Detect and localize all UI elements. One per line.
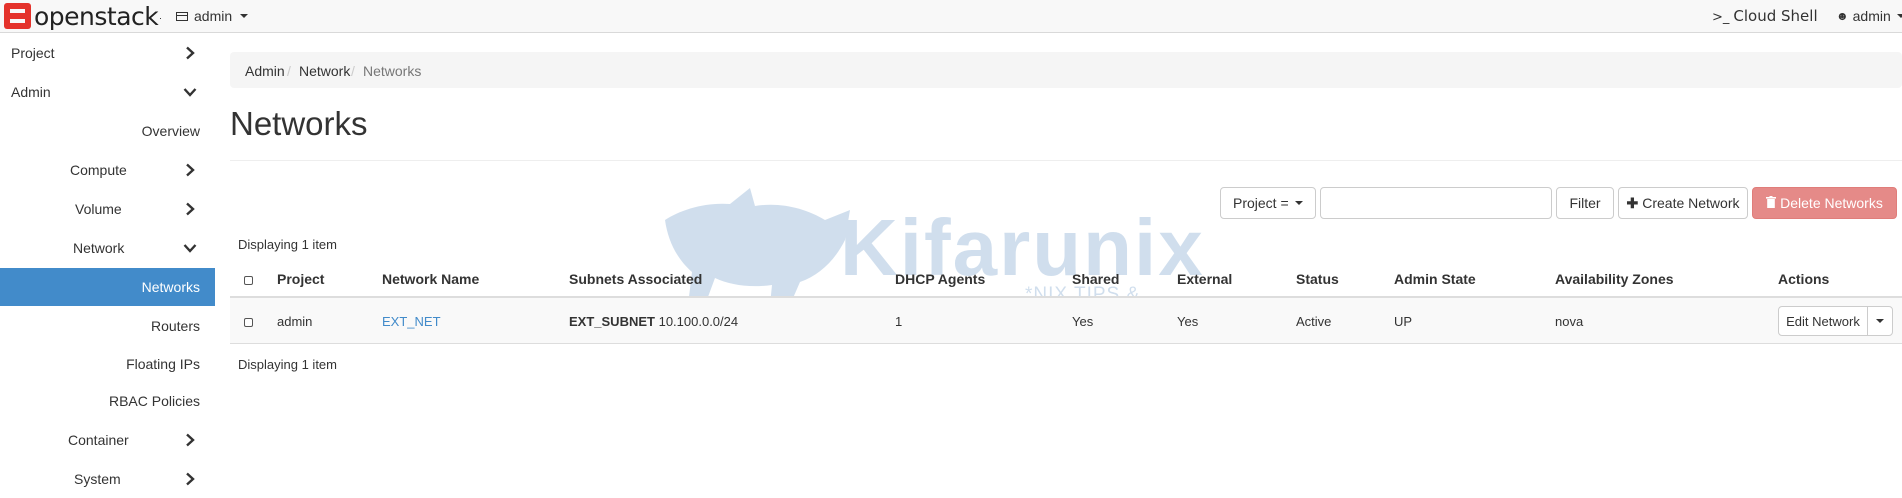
sidebar-item-networks[interactable]: Networks [0, 268, 215, 306]
column-header-availability-zones[interactable]: Availability Zones [1555, 271, 1674, 287]
top-navbar: openstack . admin >_ Cloud Shell ☻ admin [0, 0, 1902, 33]
breadcrumb: Admin / Network / Networks [230, 52, 1902, 88]
sidebar-item-floating-ips[interactable]: Floating IPs [0, 345, 215, 383]
watermark: Kifarunix *NIX TIPS & TUTORIALS [660, 180, 1240, 327]
row-checkbox[interactable] [244, 318, 253, 327]
chevron-right-icon [183, 46, 197, 60]
sidebar-item-container[interactable]: Container [0, 421, 215, 459]
displaying-count-top: Displaying 1 item [238, 237, 337, 252]
network-name-link[interactable]: EXT_NET [382, 314, 441, 329]
delete-networks-button[interactable]: Delete Networks [1752, 187, 1897, 219]
title-divider [230, 160, 1902, 161]
delete-networks-label: Delete Networks [1780, 195, 1883, 211]
breadcrumb-separator: / [351, 63, 355, 79]
column-header-shared[interactable]: Shared [1072, 271, 1119, 287]
cloud-shell-label: Cloud Shell [1733, 7, 1818, 25]
subnet-cidr: 10.100.0.0/24 [658, 314, 739, 329]
project-switcher[interactable]: admin [176, 8, 249, 24]
chevron-right-icon [183, 472, 197, 486]
cell-subnets: EXT_SUBNET 10.100.0.0/24 [569, 314, 738, 329]
sidebar-item-routers[interactable]: Routers [0, 307, 215, 345]
sidebar-item-volume[interactable]: Volume [0, 190, 215, 228]
sidebar-item-admin[interactable]: Admin [0, 73, 215, 111]
user-icon: ☻ [1836, 9, 1849, 23]
sidebar-item-label: RBAC Policies [108, 393, 200, 409]
caret-down-icon [1294, 201, 1303, 205]
chevron-down-icon [183, 241, 197, 255]
select-all-checkbox[interactable] [244, 276, 253, 285]
rhino-icon [665, 188, 850, 305]
project-switcher-label: admin [194, 8, 233, 24]
breadcrumb-separator: / [287, 63, 291, 79]
terminal-icon: >_ [1712, 10, 1730, 25]
sidebar-item-system[interactable]: System [0, 460, 215, 498]
table-row [230, 298, 1902, 344]
displaying-count-bottom: Displaying 1 item [238, 357, 337, 372]
sidebar: Project Admin Overview Compute Volume Ne… [0, 33, 215, 491]
create-network-label: Create Network [1642, 195, 1740, 211]
sidebar-item-label: Overview [141, 123, 200, 139]
cell-admin-state: UP [1394, 314, 1413, 329]
user-menu[interactable]: ☻ admin [1836, 8, 1902, 24]
sidebar-item-project[interactable]: Project [0, 34, 215, 72]
sidebar-item-label: Compute [70, 162, 127, 178]
brand-text: openstack [34, 1, 159, 31]
sidebar-item-label: Container [68, 432, 129, 448]
sidebar-item-label: Networks [141, 279, 200, 295]
chevron-down-icon [183, 85, 197, 99]
breadcrumb-network[interactable]: Network [299, 63, 350, 79]
sidebar-item-label: Volume [75, 201, 122, 217]
cell-availability-zones: nova [1555, 314, 1584, 329]
caret-down-icon [240, 14, 249, 18]
cloud-shell-link[interactable]: >_ Cloud Shell [1712, 7, 1818, 25]
filter-button[interactable]: Filter [1556, 187, 1614, 219]
plus-icon: ✚ [1626, 194, 1639, 211]
cell-external: Yes [1177, 314, 1199, 329]
filter-field-dropdown[interactable]: Project = [1220, 187, 1316, 219]
chevron-right-icon [183, 163, 197, 177]
create-network-button[interactable]: ✚ Create Network [1618, 187, 1748, 219]
column-header-network-name[interactable]: Network Name [382, 271, 479, 287]
caret-down-icon [1876, 319, 1884, 323]
page-title: Networks [230, 105, 368, 142]
brand-logo[interactable]: openstack . [4, 1, 162, 31]
column-header-dhcp-agents[interactable]: DHCP Agents [895, 271, 985, 287]
column-header-status[interactable]: Status [1296, 271, 1339, 287]
row-actions-dropdown[interactable] [1867, 306, 1893, 336]
breadcrumb-admin[interactable]: Admin [245, 63, 285, 79]
sidebar-item-label: Project [11, 45, 55, 61]
sidebar-item-overview[interactable]: Overview [0, 112, 215, 150]
sidebar-item-rbac-policies[interactable]: RBAC Policies [0, 382, 215, 420]
filter-input[interactable] [1320, 187, 1552, 219]
chevron-right-icon [183, 202, 197, 216]
column-header-subnets[interactable]: Subnets Associated [569, 271, 702, 287]
column-header-actions: Actions [1778, 271, 1830, 287]
brand-trademark: . [159, 11, 162, 21]
cell-shared: Yes [1072, 314, 1094, 329]
sidebar-item-label: Network [73, 240, 125, 256]
cell-project: admin [277, 314, 313, 329]
breadcrumb-current: Networks [363, 63, 422, 79]
sidebar-item-compute[interactable]: Compute [0, 151, 215, 189]
column-header-project[interactable]: Project [277, 271, 324, 287]
cell-status: Active [1296, 314, 1332, 329]
openstack-logo-icon [4, 3, 31, 29]
column-header-admin-state[interactable]: Admin State [1394, 271, 1476, 287]
sidebar-item-label: Routers [150, 318, 200, 334]
sidebar-item-network[interactable]: Network [0, 229, 215, 267]
chevron-right-icon [183, 433, 197, 447]
sidebar-item-label: System [74, 471, 121, 487]
user-menu-label: admin [1852, 8, 1891, 24]
column-header-external[interactable]: External [1177, 271, 1232, 287]
caret-down-icon [1896, 14, 1902, 18]
sidebar-item-label: Floating IPs [126, 356, 200, 372]
subnet-name: EXT_SUBNET [569, 314, 655, 329]
cell-dhcp-agents: 1 [895, 314, 903, 329]
edit-network-button[interactable]: Edit Network [1778, 306, 1868, 336]
project-icon [176, 11, 188, 21]
sidebar-item-label: Admin [11, 84, 51, 100]
filter-field-label: Project = [1233, 195, 1289, 211]
trash-icon [1766, 195, 1777, 211]
